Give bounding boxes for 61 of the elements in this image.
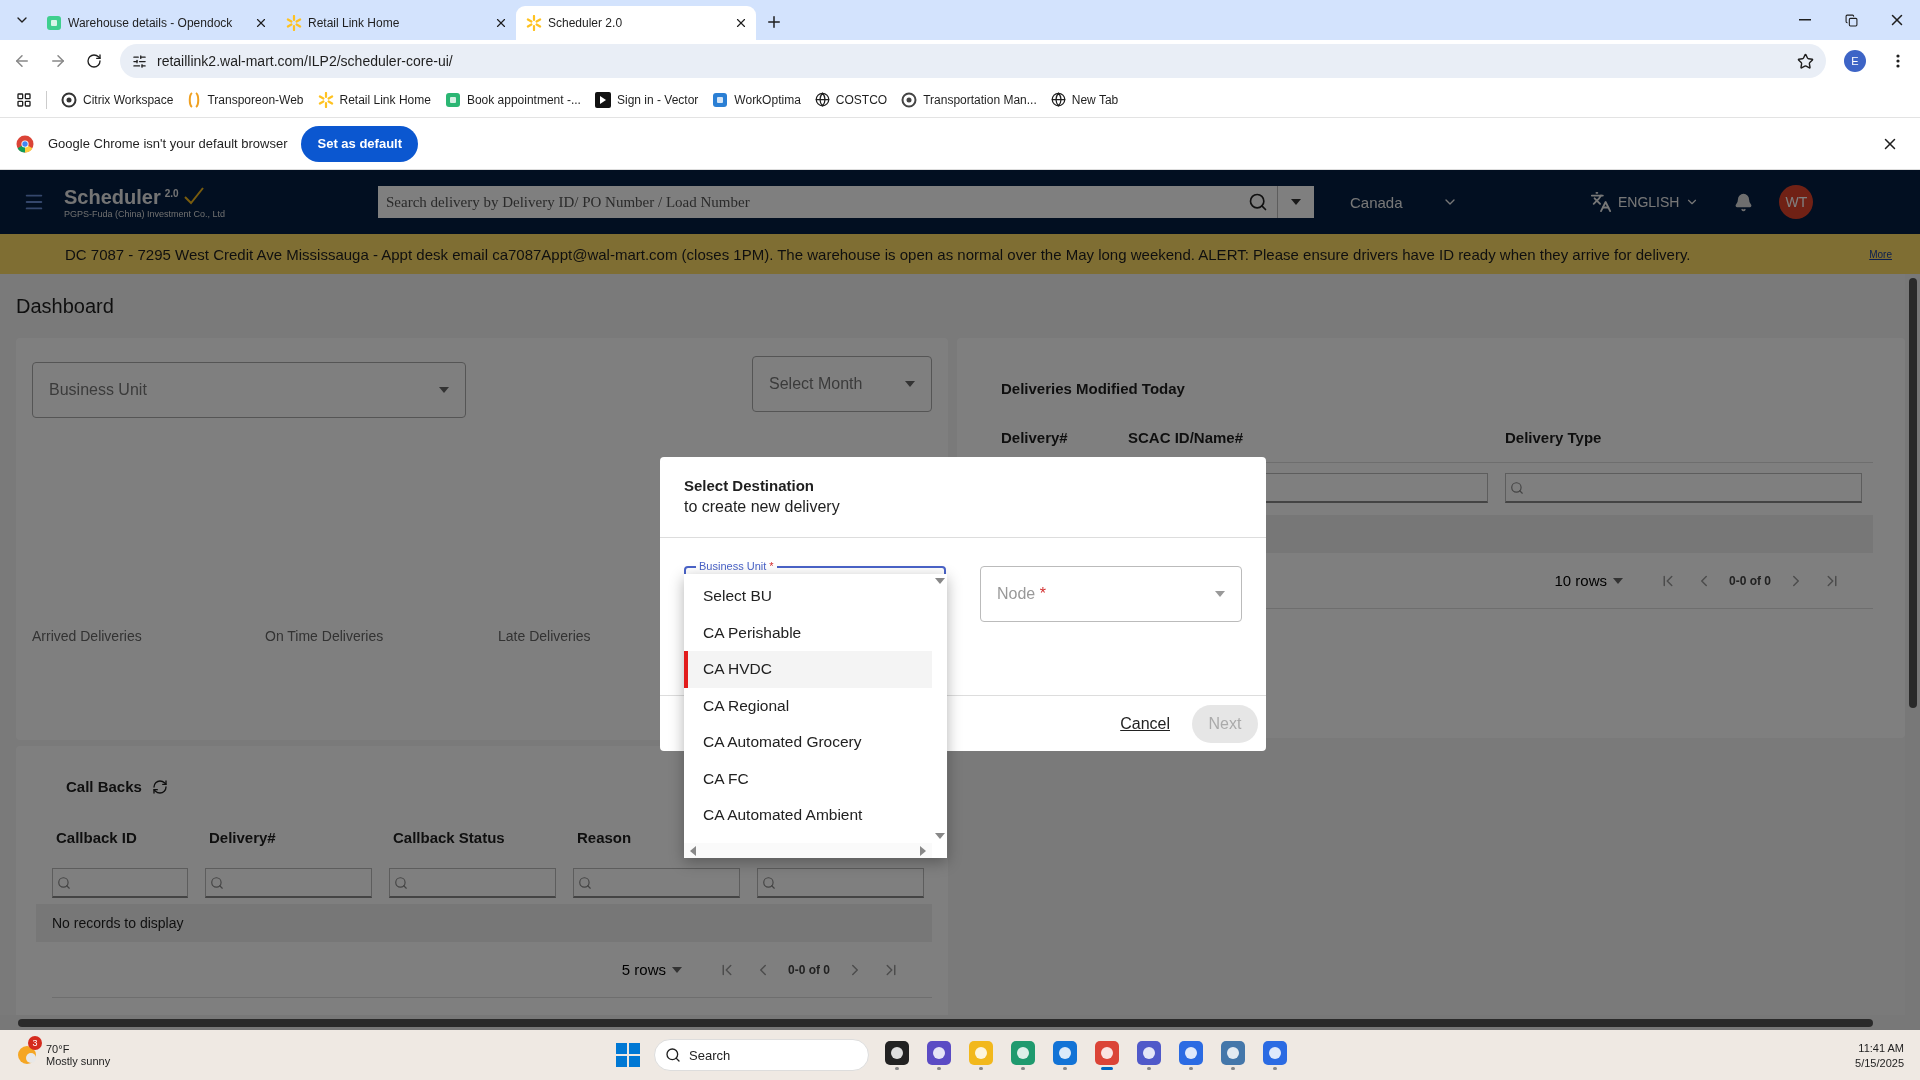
bookmark-link[interactable]: Sign in - Vector <box>594 91 699 108</box>
clock-date: 5/15/2025 <box>1855 1056 1904 1069</box>
empty-message: No records to display <box>52 915 184 931</box>
column-header: Reason <box>577 829 633 846</box>
address-bar[interactable]: retaillink2.wal-mart.com/ILP2/scheduler-core-ui/ <box>120 44 1826 78</box>
dropdown-option[interactable]: CA Automated Ambient <box>684 797 932 834</box>
profile-avatar[interactable]: E <box>1844 50 1866 72</box>
weather-condition: Mostly sunny <box>46 1055 111 1067</box>
browser-tab[interactable]: Scheduler 2.0 <box>516 6 756 40</box>
dropdown-option[interactable]: CA FC <box>684 760 932 797</box>
dialog-title: Select Destination <box>684 477 816 494</box>
page-title: Dashboard <box>16 293 115 319</box>
stat-label: On Time Deliveries <box>265 628 384 644</box>
set-default-button[interactable]: Set as default <box>301 125 418 162</box>
dialog-subtitle: to create new delivery <box>684 498 841 516</box>
node-select[interactable]: Node * <box>979 566 1242 622</box>
taskbar-search-field[interactable]: Search <box>654 1039 869 1071</box>
cancel-link[interactable]: Cancel <box>1120 714 1170 733</box>
field-placeholder: Node * <box>996 585 1046 603</box>
url-text: retaillink2.wal-mart.com/ILP2/scheduler-core-ui/ <box>157 53 453 69</box>
page-range: 0-0 of 0 <box>788 962 830 977</box>
dropdown-option[interactable]: CA Perishable <box>684 614 932 651</box>
column-header: Callback ID <box>56 829 138 846</box>
banner-text: DC 7087 - 7295 West Credit Ave Mississauga - Appt desk email ca7087Appt@wal-mart.com (closes 1PM). The warehouse is open as normal over the May long weekend. ALERT: Please ensure drivers have ID ready when they arrive for delivery. <box>65 245 1692 263</box>
clock-time: 11:41 AM <box>1858 1041 1904 1054</box>
browser-tab[interactable]: Warehouse details - Opendock <box>36 6 276 40</box>
version-label: 2.0 <box>164 187 179 199</box>
card-title: Call Backs <box>66 778 142 795</box>
company-name: PGPS-Fuda (China) Investment Co., Ltd <box>64 208 227 219</box>
dropdown-option[interactable]: CA HVDC <box>684 651 932 688</box>
country-select[interactable]: Canada <box>1344 192 1464 212</box>
bookmark-link[interactable]: Transportation Man... <box>901 91 1037 108</box>
rows-per-page-select[interactable]: 5 rows <box>615 960 688 979</box>
stat-label: Arrived Deliveries <box>32 628 142 644</box>
notification-badge: 3 <box>28 1036 42 1050</box>
dropdown-option[interactable]: Select BU <box>684 578 932 615</box>
infobar-message: Google Chrome isn't your default browser <box>48 136 288 151</box>
temperature: 70°F <box>46 1043 71 1055</box>
browser-tab[interactable]: Retail Link Home <box>276 6 516 40</box>
search-field[interactable]: Search delivery by Delivery ID/ PO Number / Load Number <box>378 186 1277 218</box>
column-header: Delivery# <box>1001 429 1069 446</box>
field-label: Business Unit * <box>696 560 777 572</box>
column-header: SCAC ID/Name# <box>1128 429 1245 446</box>
language-select[interactable]: ENGLISH <box>1584 190 1706 214</box>
bookmark-link[interactable]: New Tab <box>1050 92 1119 107</box>
bookmark-link[interactable]: WorkOptima <box>712 91 801 108</box>
dropdown-option[interactable]: CA Automated Grocery <box>684 724 932 761</box>
card-title: Deliveries Modified Today <box>1001 380 1186 397</box>
dropdown-option[interactable]: CA Regional <box>684 687 932 724</box>
bookmark-link[interactable]: COSTCO <box>814 92 888 107</box>
rows-per-page-select[interactable]: 10 rows <box>1548 571 1629 590</box>
bookmark-link[interactable]: Citrix Workspace <box>61 91 174 108</box>
app-name: Scheduler <box>64 185 161 209</box>
column-header: Delivery Type <box>1505 429 1603 446</box>
column-header: Callback Status <box>393 829 506 846</box>
page-range: 0-0 of 0 <box>1729 573 1771 588</box>
bookmark-link[interactable]: Transporeon-Web <box>187 91 304 108</box>
column-header: Delivery# <box>209 829 277 846</box>
bookmark-link[interactable]: Book appointment -... <box>444 91 581 108</box>
stat-label: Late Deliveries <box>498 628 591 644</box>
bookmark-link[interactable]: Retail Link Home <box>317 91 431 108</box>
